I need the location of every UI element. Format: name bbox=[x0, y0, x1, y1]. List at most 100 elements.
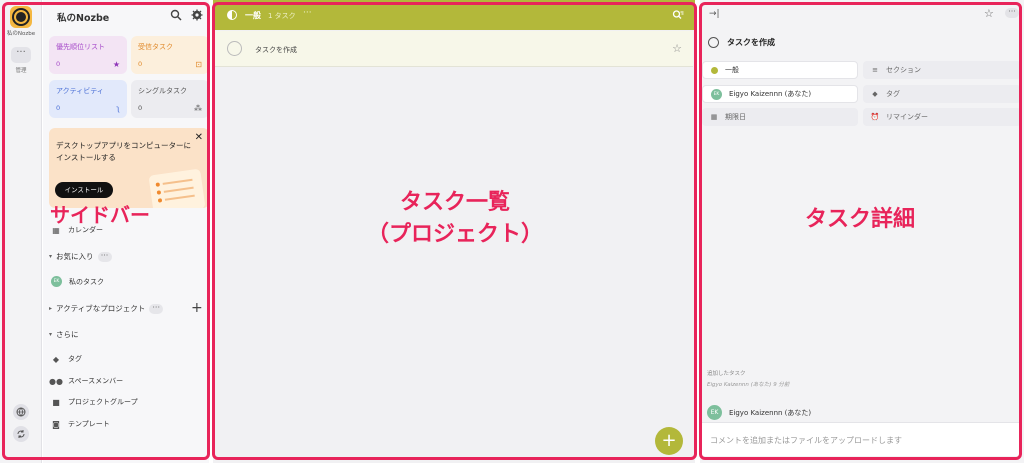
tile-activity[interactable]: アクティビティ 0 ʅ bbox=[49, 80, 127, 118]
annotation-sidebar: サイドバー bbox=[50, 203, 150, 227]
promo-text: デスクトップアプリをコンピューターにインストールする bbox=[56, 141, 191, 162]
sidebar-item-label: プロジェクトグループ bbox=[68, 398, 138, 406]
section-label: さらに bbox=[56, 330, 79, 339]
comment-input[interactable]: コメントを追加またはファイルをアップロードします bbox=[702, 422, 1022, 456]
new-task-row[interactable]: タスクを作成 ☆ bbox=[215, 31, 693, 67]
project-status-icon[interactable] bbox=[227, 10, 237, 20]
rail-app-name: 私のNozbe bbox=[6, 31, 36, 37]
project-name[interactable]: 一般 bbox=[245, 10, 261, 21]
comment-author-name: Eigyo Kaizennn (あなた) bbox=[729, 408, 812, 417]
tile-single-tasks[interactable]: シングルタスク 0 ⁂ bbox=[131, 80, 209, 118]
project-color-icon bbox=[711, 66, 718, 74]
annotation-tasklist-line1: タスク一覧 bbox=[399, 190, 510, 215]
tile-count: 0 bbox=[56, 104, 61, 112]
task-title-row: タスクを作成 bbox=[708, 37, 775, 48]
collapse-panel-icon[interactable]: →| bbox=[709, 9, 720, 19]
tile-inbox[interactable]: 受信タスク 0 ⊡ bbox=[131, 36, 209, 74]
install-promo: デスクトップアプリをコンピューターにインストールする ✕ インストール bbox=[49, 128, 209, 208]
tile-priority-list[interactable]: 優先順位リスト 0 ★ bbox=[49, 36, 127, 74]
avatar: EK bbox=[51, 276, 62, 287]
sidebar-title: 私のNozbe bbox=[57, 13, 110, 24]
chevron-right-icon: ▸ bbox=[49, 305, 53, 312]
add-task-button[interactable]: + bbox=[655, 427, 683, 455]
rail-manage-label: 管理 bbox=[15, 68, 27, 74]
due-date-field-value: 期限日 bbox=[725, 113, 746, 121]
tag-icon: ◆ bbox=[52, 354, 60, 364]
tile-count: 0 bbox=[138, 60, 143, 68]
avatar: EK bbox=[711, 88, 722, 100]
project-field-value: 一般 bbox=[725, 66, 739, 74]
reminder-field[interactable]: ⏰ リマインダー bbox=[863, 108, 1021, 126]
tile-label: シングルタスク bbox=[138, 87, 187, 95]
task-count: 1 タスク bbox=[268, 12, 296, 20]
task-title[interactable]: タスクを作成 bbox=[727, 37, 775, 48]
section-field[interactable]: ≡ セクション bbox=[863, 61, 1021, 79]
section-field-value: セクション bbox=[886, 66, 921, 74]
tag-field[interactable]: ◆ タグ bbox=[863, 85, 1021, 103]
sidebar-item-my-tasks[interactable]: EK 私のタスク bbox=[51, 276, 104, 287]
calendar-icon: ▦ bbox=[710, 113, 718, 121]
tag-icon: ◆ bbox=[872, 90, 878, 98]
star-icon[interactable]: ☆ bbox=[672, 42, 682, 55]
activity-added-by: Eigyo Kaizennn (あなた) 9 分前 bbox=[707, 382, 790, 388]
dots-cluster-icon: ⁂ bbox=[194, 104, 202, 113]
rss-icon: ʅ bbox=[116, 104, 120, 113]
sidebar-item-project-groups[interactable]: ■ プロジェクトグループ bbox=[51, 397, 138, 407]
sync-icon[interactable] bbox=[13, 426, 29, 442]
sidebar-item-label: 私のタスク bbox=[69, 277, 104, 286]
more-icon[interactable]: ··· bbox=[97, 251, 112, 262]
more-icon[interactable]: ··· bbox=[149, 303, 164, 314]
add-project-button[interactable]: + bbox=[191, 300, 203, 316]
sidebar-item-label: テンプレート bbox=[68, 420, 110, 428]
section-label: アクティブなプロジェクト bbox=[56, 304, 146, 313]
avatar: EK bbox=[707, 405, 722, 420]
star-icon[interactable]: ☆ bbox=[984, 7, 994, 20]
project-more-button[interactable]: ··· bbox=[303, 8, 312, 18]
tile-count: 0 bbox=[138, 104, 143, 112]
app-rail: 私のNozbe ··· 管理 bbox=[0, 0, 42, 463]
tile-label: 受信タスク bbox=[138, 43, 173, 51]
comment-author: EK Eigyo Kaizennn (あなた) bbox=[707, 405, 811, 420]
chevron-down-icon: ▾ bbox=[49, 253, 53, 260]
sidebar-item-templates[interactable]: ◙ テンプレート bbox=[51, 419, 110, 429]
chevron-down-icon: ▾ bbox=[49, 331, 53, 338]
sidebar-item-space-members[interactable]: ●● スペースメンバー bbox=[49, 376, 123, 386]
activity-added-label: 追加したタスク bbox=[707, 371, 746, 377]
annotation-detail: タスク詳細 bbox=[804, 207, 915, 232]
nozbe-logo-icon[interactable] bbox=[10, 6, 32, 28]
project-field[interactable]: 一般 bbox=[702, 61, 858, 79]
comment-placeholder: コメントを追加またはファイルをアップロードします bbox=[710, 436, 902, 445]
close-icon[interactable]: ✕ bbox=[195, 132, 203, 143]
due-date-field[interactable]: ▦ 期限日 bbox=[702, 108, 858, 126]
search-filter-icon[interactable] bbox=[672, 9, 684, 21]
section-favorites[interactable]: ▾ お気に入り ··· bbox=[49, 251, 112, 262]
section-more[interactable]: ▾ さらに bbox=[49, 329, 79, 340]
install-button[interactable]: インストール bbox=[55, 182, 113, 198]
globe-icon[interactable] bbox=[13, 404, 29, 420]
task-checkbox[interactable] bbox=[708, 37, 719, 48]
folder-icon: ■ bbox=[52, 397, 60, 407]
more-icon[interactable]: ··· bbox=[1005, 8, 1019, 18]
search-icon[interactable] bbox=[170, 9, 182, 21]
reminder-icon: ⏰ bbox=[870, 113, 880, 121]
project-header: 一般 1 タスク ··· bbox=[213, 0, 695, 30]
assignee-field-value: Eigyo Kaizennn (あなた) bbox=[729, 90, 812, 98]
new-task-label[interactable]: タスクを作成 bbox=[255, 45, 297, 55]
assignee-field[interactable]: EK Eigyo Kaizennn (あなた) bbox=[702, 85, 858, 103]
tile-label: アクティビティ bbox=[56, 87, 104, 95]
tile-label: 優先順位リスト bbox=[56, 43, 105, 51]
tag-field-value: タグ bbox=[886, 90, 900, 98]
sidebar: 私のNozbe 優先順位リスト 0 ★ 受信タスク 0 ⊡ アクティビティ 0 … bbox=[43, 0, 209, 463]
section-active-projects[interactable]: ▸ アクティブなプロジェクト ··· bbox=[49, 303, 164, 314]
section-icon: ≡ bbox=[872, 66, 878, 74]
template-icon: ◙ bbox=[52, 419, 60, 429]
gear-icon[interactable] bbox=[191, 9, 203, 21]
tile-count: 0 bbox=[56, 60, 61, 68]
reminder-field-value: リマインダー bbox=[886, 113, 928, 121]
task-checkbox[interactable] bbox=[227, 41, 242, 56]
rail-more-button[interactable]: ··· bbox=[11, 47, 31, 63]
sidebar-item-tags[interactable]: ◆ タグ bbox=[51, 354, 82, 364]
people-icon: ●● bbox=[49, 376, 63, 386]
star-icon: ★ bbox=[112, 60, 120, 69]
section-label: お気に入り bbox=[56, 252, 94, 261]
